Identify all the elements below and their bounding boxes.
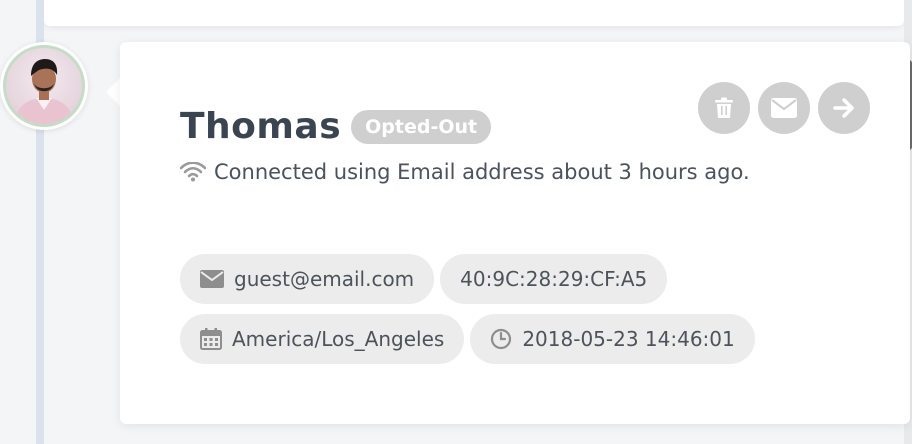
email-button[interactable] bbox=[758, 82, 810, 134]
connection-info: Connected using Email address about 3 ho… bbox=[180, 160, 750, 184]
mac-address-chip: 40:9C:28:29:CF:A5 bbox=[440, 254, 668, 304]
timezone-value: America/Los_Angeles bbox=[232, 327, 445, 351]
email-value: guest@email.com bbox=[234, 267, 415, 291]
timestamp-chip: 2018-05-23 14:46:01 bbox=[470, 314, 755, 364]
card-actions bbox=[698, 82, 870, 134]
open-button[interactable] bbox=[818, 82, 870, 134]
status-badge: Opted-Out bbox=[351, 109, 492, 144]
contact-header: Thomas Opted-Out bbox=[180, 106, 492, 147]
email-chip: guest@email.com bbox=[180, 254, 435, 304]
card-pointer bbox=[106, 78, 120, 106]
envelope-icon bbox=[200, 270, 224, 288]
connection-text: Connected using Email address about 3 ho… bbox=[214, 160, 750, 184]
clock-icon bbox=[490, 328, 512, 350]
mac-address-value: 40:9C:28:29:CF:A5 bbox=[460, 267, 648, 291]
contact-name: Thomas bbox=[180, 106, 342, 147]
previous-card bbox=[44, 0, 904, 26]
delete-button[interactable] bbox=[698, 82, 750, 134]
trash-icon bbox=[715, 97, 733, 118]
avatar[interactable] bbox=[3, 45, 85, 127]
avatar-container bbox=[0, 42, 88, 130]
wifi-icon bbox=[180, 162, 206, 182]
calendar-icon bbox=[200, 328, 222, 350]
timestamp-value: 2018-05-23 14:46:01 bbox=[522, 327, 735, 351]
avatar-portrait bbox=[14, 59, 74, 124]
envelope-icon bbox=[771, 98, 797, 118]
arrow-right-icon bbox=[833, 98, 854, 118]
timezone-chip: America/Los_Angeles bbox=[180, 314, 465, 364]
detail-chips: guest@email.com 40:9C:28:29:CF:A5 Americ… bbox=[180, 254, 755, 374]
contact-card: Thomas Opted-Out Connected using Email a… bbox=[120, 42, 910, 424]
